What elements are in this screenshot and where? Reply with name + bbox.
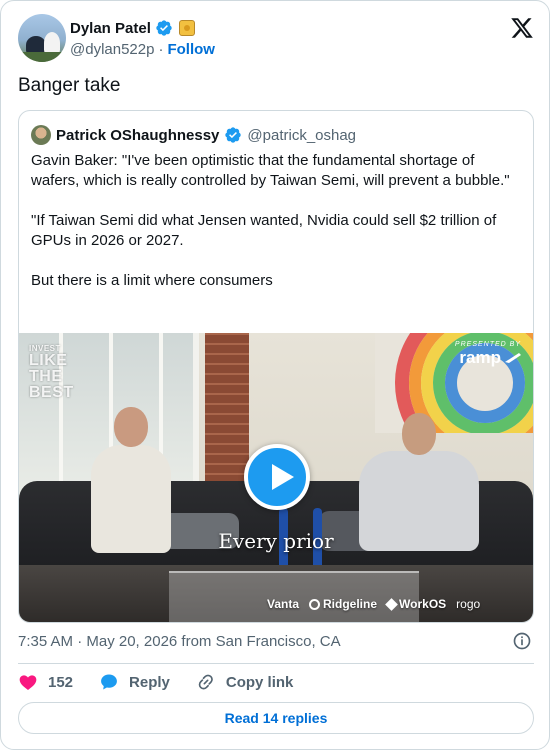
quoted-tweet[interactable]: Patrick OShaughnessy @patrick_oshag Gavi… <box>18 110 534 623</box>
quoted-paragraph: "If Taiwan Semi did what Jensen wanted, … <box>31 212 497 249</box>
quoted-author-avatar <box>31 125 51 145</box>
tweet-timestamp[interactable]: 7:35 AM · May 20, 2026 from San Francisc… <box>18 633 341 650</box>
play-icon <box>272 464 294 490</box>
copy-link-label: Copy link <box>225 673 294 691</box>
author-name[interactable]: Dylan Patel <box>70 20 151 37</box>
show-logo: INVEST LIKE THE BEST <box>29 344 74 401</box>
author-handle-row: @dylan522p · Follow <box>70 41 215 58</box>
action-bar: 152 Reply Copy link <box>18 672 293 692</box>
x-logo-icon[interactable] <box>510 16 534 40</box>
play-button[interactable] <box>244 444 310 510</box>
quoted-author-handle: @patrick_oshag <box>247 126 357 144</box>
embedded-tweet-card: Dylan Patel @dylan522p · Follow Banger t… <box>0 0 550 750</box>
quoted-paragraph: Gavin Baker: "I've been optimistic that … <box>31 152 510 189</box>
reply-bubble-icon <box>101 674 117 690</box>
author-name-row: Dylan Patel <box>70 18 195 38</box>
info-icon[interactable] <box>512 631 532 651</box>
verified-badge-icon <box>225 127 242 143</box>
sponsor-ridgeline: Ridgeline <box>309 597 377 611</box>
workos-icon <box>385 597 398 611</box>
affiliate-badge-icon <box>178 20 195 36</box>
reply-button[interactable]: Reply <box>99 672 170 692</box>
presented-by-label: PRESENTED BY <box>454 341 521 348</box>
heart-icon <box>19 675 37 690</box>
video-thumbnail[interactable]: INVEST LIKE THE BEST PRESENTED BY ramp E… <box>19 333 533 622</box>
reply-label: Reply <box>129 673 170 691</box>
ramp-plane-icon <box>505 353 521 363</box>
quoted-tweet-text: Gavin Baker: "I've been optimistic that … <box>31 151 523 311</box>
link-icon <box>198 674 213 690</box>
read-replies-button[interactable]: Read 14 replies <box>18 702 534 734</box>
sponsor-banner: PRESENTED BY ramp <box>455 341 521 368</box>
likes-count: 152 <box>48 673 74 691</box>
divider <box>18 663 534 664</box>
tweet-text: Banger take <box>18 75 121 96</box>
quoted-author-name: Patrick OShaughnessy <box>56 126 220 144</box>
sponsor-logos: Vanta Ridgeline WorkOS rogo <box>267 597 480 611</box>
author-handle[interactable]: @dylan522p <box>70 41 154 58</box>
copy-link-button[interactable]: Copy link <box>196 672 294 692</box>
quoted-paragraph: But there is a limit where consumers <box>31 272 273 289</box>
sponsor-vanta: Vanta <box>267 597 300 611</box>
author-avatar[interactable] <box>18 14 66 62</box>
ridgeline-icon <box>309 598 321 610</box>
handle-separator: · <box>158 41 164 58</box>
sponsor-rogo: rogo <box>456 597 481 611</box>
sponsor-workos: WorkOS <box>385 597 446 611</box>
quoted-author-row: Patrick OShaughnessy @patrick_oshag <box>31 125 356 145</box>
ramp-logo-text: ramp <box>459 348 501 367</box>
like-button[interactable]: 152 <box>18 672 73 692</box>
video-caption: Every prior <box>218 529 334 553</box>
verified-badge-icon <box>156 20 172 36</box>
follow-button[interactable]: Follow <box>167 41 215 58</box>
